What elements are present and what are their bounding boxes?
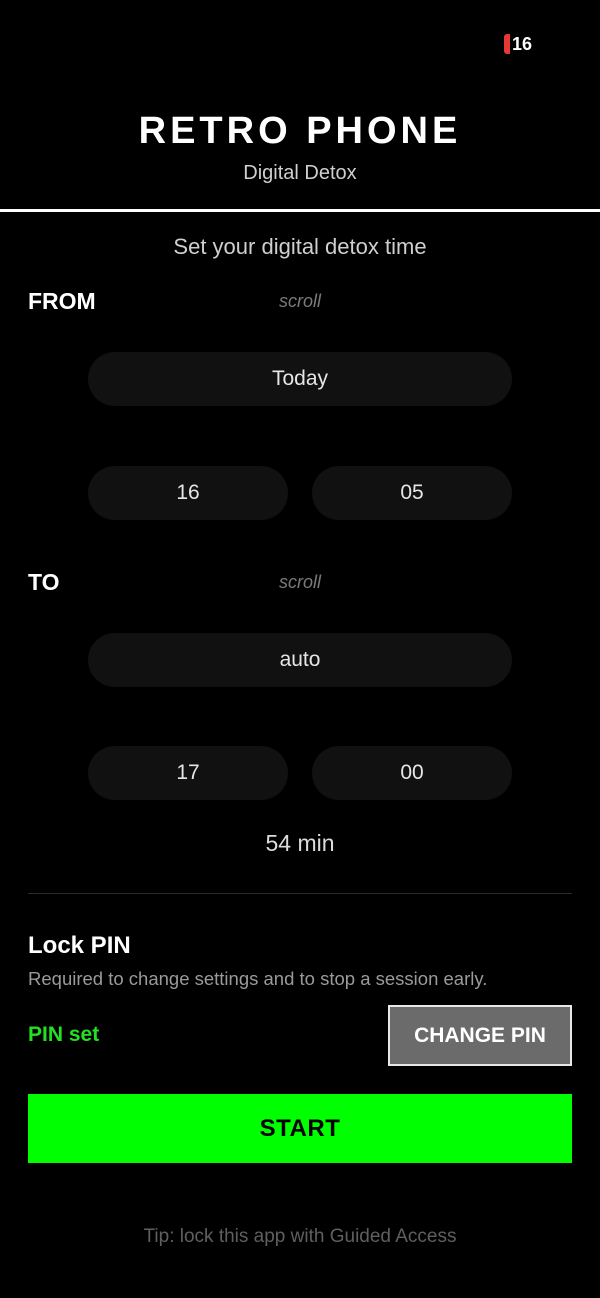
change-pin-button[interactable]: CHANGE PIN xyxy=(388,1005,572,1066)
header-divider xyxy=(0,209,600,212)
to-day-value: auto xyxy=(279,648,321,671)
to-day-picker[interactable]: auto xyxy=(88,633,512,687)
tip-text: Tip: lock this app with Guided Access xyxy=(143,1226,457,1247)
start-button[interactable]: START xyxy=(28,1094,572,1163)
to-minute-value: 00 xyxy=(400,761,424,784)
pin-status: PIN set xyxy=(28,1023,100,1046)
section-divider xyxy=(28,893,572,894)
battery-icon xyxy=(503,34,510,54)
to-hour-picker[interactable]: 17 xyxy=(88,746,288,800)
app-header: RETRO PHONE Digital Detox xyxy=(0,108,600,185)
from-minute-picker[interactable]: 05 xyxy=(312,466,512,520)
status-bar: 16 xyxy=(503,30,532,58)
duration-text: 54 min xyxy=(265,830,335,856)
instruction-text: Set your digital detox time xyxy=(173,234,427,259)
to-hour-value: 17 xyxy=(176,761,200,784)
from-hour-picker[interactable]: 16 xyxy=(88,466,288,520)
app-subtitle: Digital Detox xyxy=(243,162,357,184)
from-day-picker[interactable]: Today xyxy=(88,352,512,406)
to-scroll-hint: scroll xyxy=(278,572,321,592)
from-minute-value: 05 xyxy=(400,481,424,504)
from-scroll-hint: scroll xyxy=(278,291,321,311)
from-day-value: Today xyxy=(271,367,329,390)
from-hour-value: 16 xyxy=(176,481,200,504)
lock-pin-description: Required to change settings and to stop … xyxy=(28,968,488,989)
to-minute-picker[interactable]: 00 xyxy=(312,746,512,800)
lock-pin-title: Lock PIN xyxy=(28,932,131,959)
app-title: RETRO PHONE xyxy=(138,110,462,152)
battery-level: 16 xyxy=(511,33,532,54)
